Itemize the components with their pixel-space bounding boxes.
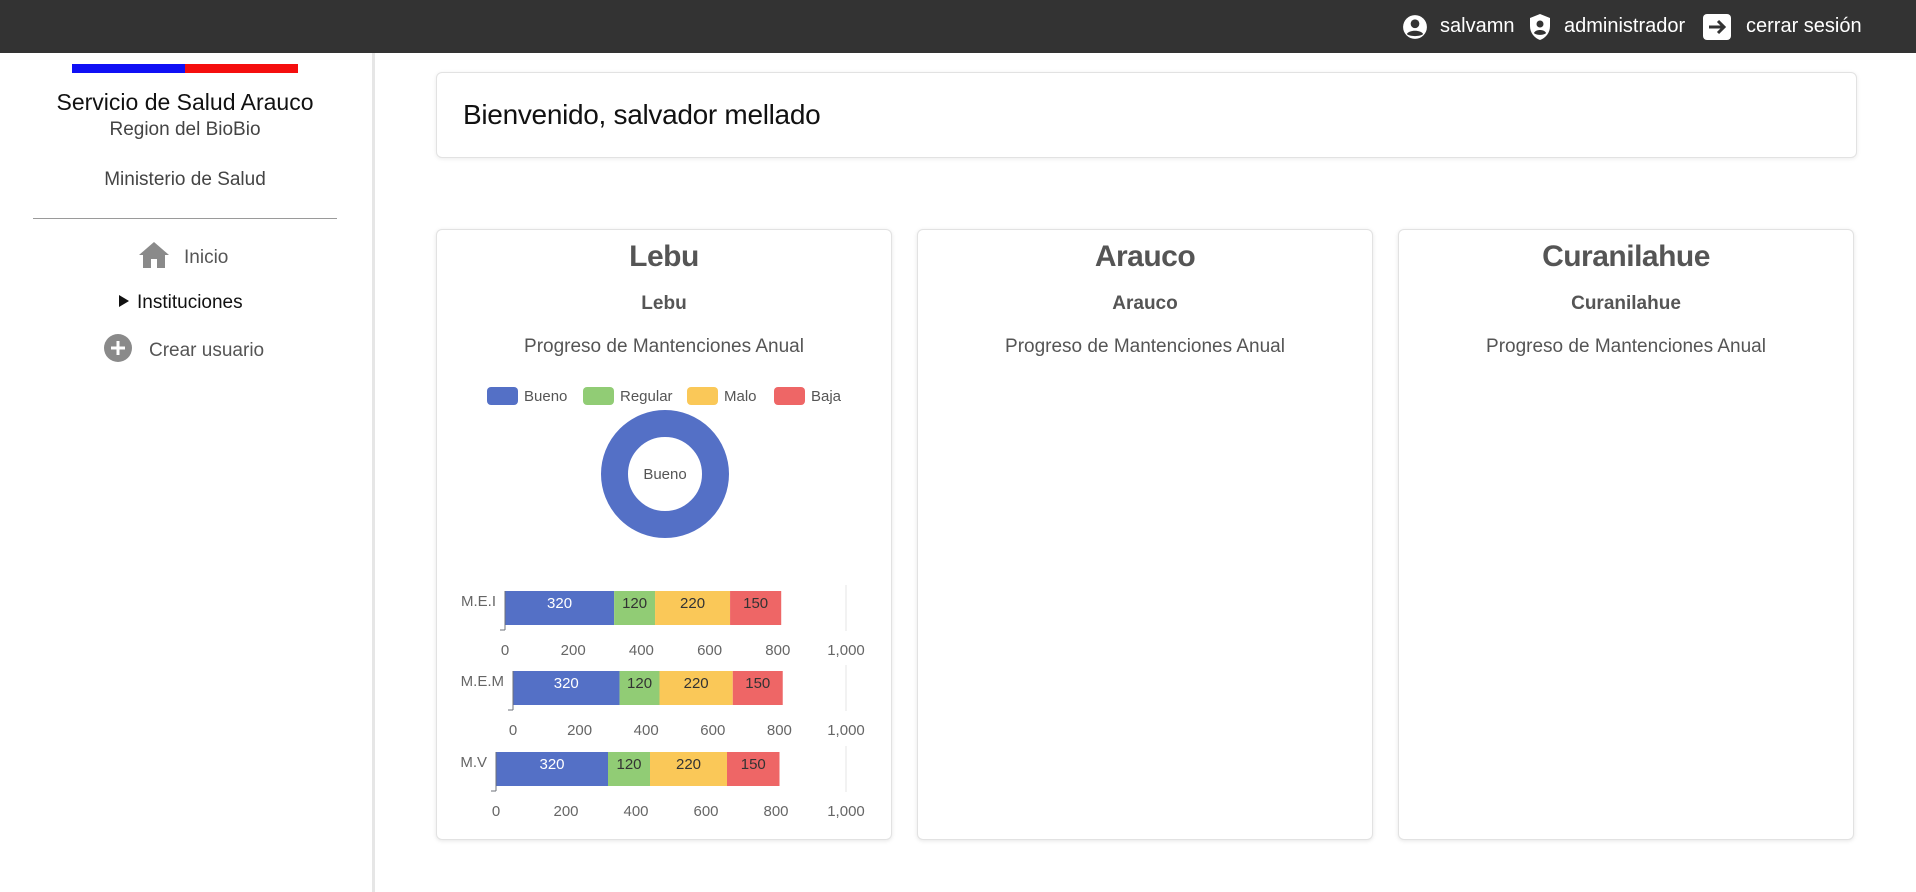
institution-card-lebu: Lebu Lebu Progreso de Mantenciones Anual… xyxy=(436,229,892,840)
sidebar-item-label: Instituciones xyxy=(137,292,243,313)
top-bar: salvamn administrador cerrar sesión xyxy=(0,0,1916,53)
legend-swatch-regular xyxy=(583,387,614,405)
flag-blue-stripe xyxy=(72,64,185,73)
sidebar-item-crear-usuario[interactable]: Crear usuario xyxy=(104,334,264,368)
welcome-heading: Bienvenido, salvador mellado xyxy=(463,99,821,130)
x-tick-label: 0 xyxy=(509,722,517,739)
legend-label-malo: Malo xyxy=(724,388,757,405)
logout-label: cerrar sesión xyxy=(1746,15,1862,37)
category-label: M.E.I xyxy=(461,593,496,610)
category-label: M.V xyxy=(460,754,487,771)
sidebar-item-label: Inicio xyxy=(184,247,229,268)
shield-user-icon xyxy=(1528,13,1552,41)
bar-value-label: 320 xyxy=(554,675,579,692)
donut-center-label: Bueno xyxy=(643,466,686,483)
card-progress-label: Progreso de Mantenciones Anual xyxy=(1486,336,1766,357)
role-menu[interactable]: administrador xyxy=(1528,0,1685,53)
x-tick-label: 0 xyxy=(492,803,500,820)
x-tick-label: 400 xyxy=(623,803,648,820)
sidebar-item-label: Crear usuario xyxy=(149,340,265,361)
account-circle-icon xyxy=(1402,14,1428,40)
x-tick-label: 0 xyxy=(501,642,509,659)
sidebar-divider xyxy=(33,218,337,219)
plus-circle-icon xyxy=(104,334,132,368)
bar-value-label: 220 xyxy=(684,675,709,692)
institution-card-arauco: Arauco Arauco Progreso de Mantenciones A… xyxy=(917,229,1373,840)
card-subtitle: Arauco xyxy=(1112,293,1178,314)
username-label: salvamn xyxy=(1440,15,1515,37)
x-tick-label: 800 xyxy=(765,642,790,659)
bar-value-label: 120 xyxy=(627,675,652,692)
bar-value-label: 220 xyxy=(680,595,705,612)
bar-value-label: 220 xyxy=(676,756,701,773)
sidebar-item-instituciones[interactable]: Instituciones xyxy=(118,292,243,314)
x-tick-label: 600 xyxy=(700,722,725,739)
organization-ministry: Ministerio de Salud xyxy=(104,169,266,190)
sidebar: Servicio de Salud Arauco Region del BioB… xyxy=(0,53,375,892)
legend-swatch-baja xyxy=(774,387,805,405)
logout-button[interactable]: cerrar sesión xyxy=(1703,0,1862,53)
logout-arrow-icon xyxy=(1703,13,1731,40)
card-title: Curanilahue xyxy=(1542,240,1710,273)
flag-red-stripe xyxy=(185,64,298,73)
home-icon xyxy=(138,241,170,275)
role-label: administrador xyxy=(1564,15,1686,37)
chile-flag-stripe xyxy=(72,64,298,73)
lebu-charts: Bueno Regular Malo Baja Bueno M.E.I 320 120 220 1… xyxy=(460,387,865,820)
bar-value-label: 150 xyxy=(743,595,768,612)
x-tick-label: 400 xyxy=(634,722,659,739)
x-tick-label: 200 xyxy=(567,722,592,739)
x-tick-label: 1,000 xyxy=(827,803,865,820)
legend-label-regular: Regular xyxy=(620,388,673,405)
x-tick-label: 800 xyxy=(763,803,788,820)
triangle-right-icon xyxy=(118,292,130,314)
bar-value-label: 150 xyxy=(741,756,766,773)
card-title: Arauco xyxy=(1094,240,1196,273)
legend-swatch-bueno xyxy=(487,387,518,405)
x-tick-label: 1,000 xyxy=(827,722,865,739)
organization-title: Servicio de Salud Arauco xyxy=(56,89,314,115)
sidebar-item-inicio[interactable]: Inicio xyxy=(138,241,228,275)
card-subtitle: Curanilahue xyxy=(1571,293,1681,314)
institution-card-curanilahue: Curanilahue Curanilahue Progreso de Mant… xyxy=(1398,229,1854,840)
card-progress-label: Progreso de Mantenciones Anual xyxy=(1005,336,1285,357)
legend-label-baja: Baja xyxy=(811,388,842,405)
x-tick-label: 200 xyxy=(553,803,578,820)
legend-label-bueno: Bueno xyxy=(524,388,567,405)
x-tick-label: 600 xyxy=(693,803,718,820)
bar-value-label: 320 xyxy=(547,595,572,612)
bar-value-label: 320 xyxy=(539,756,564,773)
x-tick-label: 200 xyxy=(561,642,586,659)
x-tick-label: 800 xyxy=(767,722,792,739)
bar-value-label: 150 xyxy=(745,675,770,692)
x-tick-label: 600 xyxy=(697,642,722,659)
welcome-panel: Bienvenido, salvador mellado xyxy=(436,72,1857,158)
x-tick-label: 1,000 xyxy=(827,642,865,659)
bar-value-label: 120 xyxy=(622,595,647,612)
category-label: M.E.M xyxy=(461,673,504,690)
bar-value-label: 120 xyxy=(616,756,641,773)
organization-region: Region del BioBio xyxy=(109,119,261,140)
legend-swatch-malo xyxy=(687,387,718,405)
x-tick-label: 400 xyxy=(629,642,654,659)
user-menu[interactable]: salvamn xyxy=(1402,0,1514,53)
